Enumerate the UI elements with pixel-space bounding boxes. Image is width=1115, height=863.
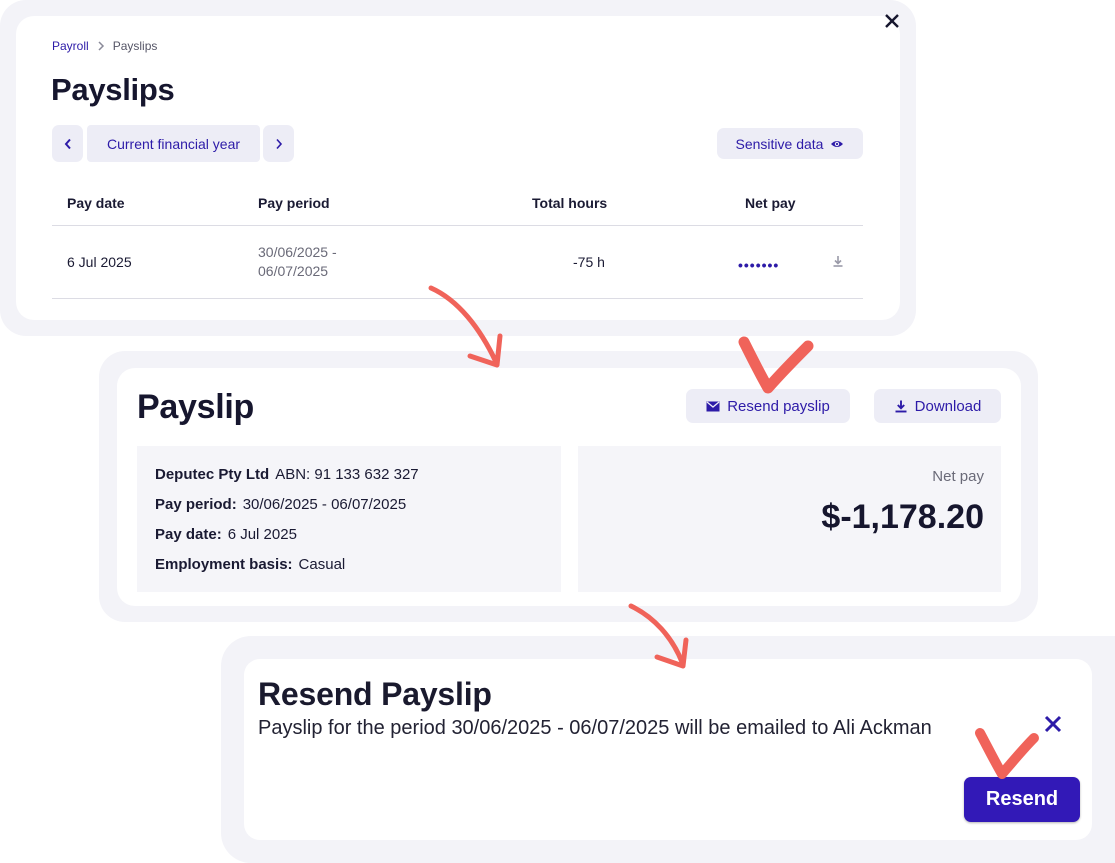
- table-row-divider: [52, 298, 863, 299]
- next-period-button[interactable]: [263, 125, 294, 162]
- employment-basis-row: Employment basis: Casual: [155, 556, 345, 573]
- column-header-pay-date: Pay date: [67, 195, 125, 211]
- dialog-title: Resend Payslip: [258, 676, 492, 712]
- resend-payslip-button[interactable]: Resend payslip: [686, 389, 850, 423]
- pay-date-row: Pay date: 6 Jul 2025: [155, 526, 297, 543]
- chevron-right-icon: [97, 38, 105, 54]
- period-selector[interactable]: Current financial year: [87, 125, 260, 162]
- pay-period-row: Pay period: 30/06/2025 - 06/07/2025: [155, 496, 406, 513]
- cell-pay-period-start: 30/06/2025 -: [258, 244, 337, 260]
- payslip-title: Payslip: [137, 388, 254, 426]
- employment-basis-label: Employment basis:: [155, 556, 293, 573]
- cell-net-pay-masked: •••••••: [738, 257, 780, 273]
- sensitive-data-toggle[interactable]: Sensitive data: [717, 128, 863, 159]
- cell-total-hours: -75 h: [573, 254, 605, 270]
- dialog-message: Payslip for the period 30/06/2025 - 06/0…: [258, 717, 932, 739]
- breadcrumb: Payroll Payslips: [52, 38, 157, 54]
- pay-date-value: 6 Jul 2025: [227, 526, 297, 543]
- sensitive-data-label: Sensitive data: [735, 135, 824, 152]
- cell-pay-period: 30/06/2025 - 06/07/2025: [258, 243, 337, 281]
- company-row: Deputec Pty Ltd ABN: 91 133 632 327: [155, 466, 419, 483]
- close-icon[interactable]: [883, 12, 901, 35]
- employment-details: Deputec Pty Ltd ABN: 91 133 632 327 Pay p…: [137, 446, 561, 592]
- previous-period-button[interactable]: [52, 125, 83, 162]
- cell-pay-date: 6 Jul 2025: [67, 254, 132, 270]
- table-header-divider: [52, 225, 863, 226]
- company-name: Deputec Pty Ltd: [155, 466, 270, 483]
- download-button[interactable]: Download: [874, 389, 1001, 423]
- download-label: Download: [914, 397, 982, 415]
- download-icon: [895, 400, 907, 413]
- net-pay-value: $-1,178.20: [821, 498, 984, 536]
- resend-button[interactable]: Resend: [964, 777, 1080, 822]
- breadcrumb-payroll-link[interactable]: Payroll: [52, 39, 89, 53]
- mail-icon: [706, 401, 720, 411]
- cell-pay-period-end: 06/07/2025: [258, 263, 329, 279]
- chevron-left-icon: [64, 138, 71, 149]
- column-header-pay-period: Pay period: [258, 195, 330, 211]
- resend-payslip-label: Resend payslip: [727, 397, 830, 415]
- net-pay-summary: Net pay $-1,178.20: [578, 446, 1001, 592]
- pay-period-value: 30/06/2025 - 06/07/2025: [242, 496, 407, 513]
- net-pay-label: Net pay: [932, 468, 984, 485]
- payslip-detail-panel: Payslip Resend payslip Download Deputec …: [117, 368, 1021, 606]
- payslips-panel: Payroll Payslips Payslips Current financ…: [16, 16, 900, 320]
- page-title: Payslips: [51, 72, 175, 107]
- pay-period-label: Pay period:: [155, 496, 237, 513]
- breadcrumb-current: Payslips: [112, 39, 158, 53]
- chevron-right-icon: [275, 138, 282, 149]
- column-header-net-pay: Net pay: [745, 195, 796, 211]
- eye-icon: [831, 140, 844, 147]
- pay-date-label: Pay date:: [155, 526, 222, 543]
- column-header-total-hours: Total hours: [532, 195, 608, 211]
- resend-dialog: Resend Payslip Payslip for the period 30…: [244, 659, 1092, 840]
- employment-basis-value: Casual: [298, 556, 346, 573]
- company-abn: ABN: 91 133 632 327: [275, 466, 419, 483]
- download-icon[interactable]: [831, 254, 845, 273]
- close-icon[interactable]: [1043, 714, 1063, 739]
